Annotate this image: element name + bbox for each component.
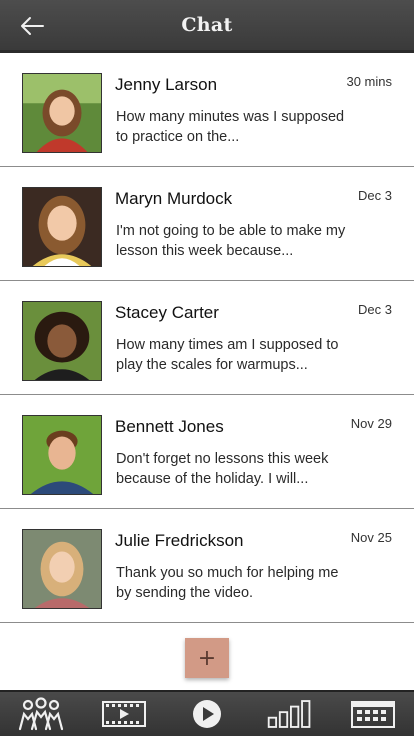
contact-name: Stacey Carter <box>115 303 219 322</box>
students-icon <box>19 697 64 731</box>
conversation-row[interactable]: Bennett Jones Nov 29 Don't forget no les… <box>0 395 414 509</box>
conversation-row[interactable]: Maryn Murdock Dec 3 I'm not going to be … <box>0 167 414 281</box>
contact-name: Maryn Murdock <box>115 189 233 208</box>
tab-videos[interactable] <box>99 694 149 734</box>
message-time: 30 mins <box>346 74 392 89</box>
message-preview: Thank you so much for helping me by send… <box>116 565 339 601</box>
calendar-icon <box>350 701 395 728</box>
tab-students[interactable] <box>16 694 66 734</box>
video-icon <box>102 701 147 727</box>
bottom-tab-bar <box>0 690 414 736</box>
message-time: Nov 29 <box>350 416 392 431</box>
message-time: Nov 25 <box>350 530 392 545</box>
contact-name: Bennett Jones <box>115 417 224 436</box>
conversation-row[interactable]: Stacey Carter Dec 3 How many times am I … <box>0 281 414 395</box>
avatar <box>22 301 102 381</box>
conversation-list: Jenny Larson 30 mins How many minutes wa… <box>0 53 414 623</box>
contact-name: Julie Fredrickson <box>115 531 244 550</box>
avatar <box>22 73 102 153</box>
conversation-row[interactable]: Julie Fredrickson Nov 25 Thank you so mu… <box>0 509 414 623</box>
message-preview: How many times am I supposed to play the… <box>116 337 339 373</box>
play-icon <box>192 700 221 728</box>
app-header: Chat <box>0 0 414 53</box>
contact-name: Jenny Larson <box>115 75 218 94</box>
add-chat-button[interactable]: + <box>185 638 229 678</box>
stats-icon <box>267 700 311 728</box>
message-time: Dec 3 <box>358 302 392 317</box>
message-preview: Don't forget no lessons this week becaus… <box>116 451 329 487</box>
avatar <box>22 187 102 267</box>
message-preview: How many minutes was I supposed to pract… <box>116 109 345 145</box>
conversation-row[interactable]: Jenny Larson 30 mins How many minutes wa… <box>0 53 414 167</box>
tab-calendar[interactable] <box>348 694 398 734</box>
message-time: Dec 3 <box>358 188 392 203</box>
tab-stats[interactable] <box>265 694 315 734</box>
tab-play[interactable] <box>182 694 232 734</box>
page-title: Chat <box>181 14 233 36</box>
back-button[interactable] <box>18 12 46 40</box>
arrow-left-icon <box>21 17 44 35</box>
avatar <box>22 415 102 495</box>
avatar <box>22 529 102 609</box>
message-preview: I'm not going to be able to make my less… <box>116 223 346 259</box>
